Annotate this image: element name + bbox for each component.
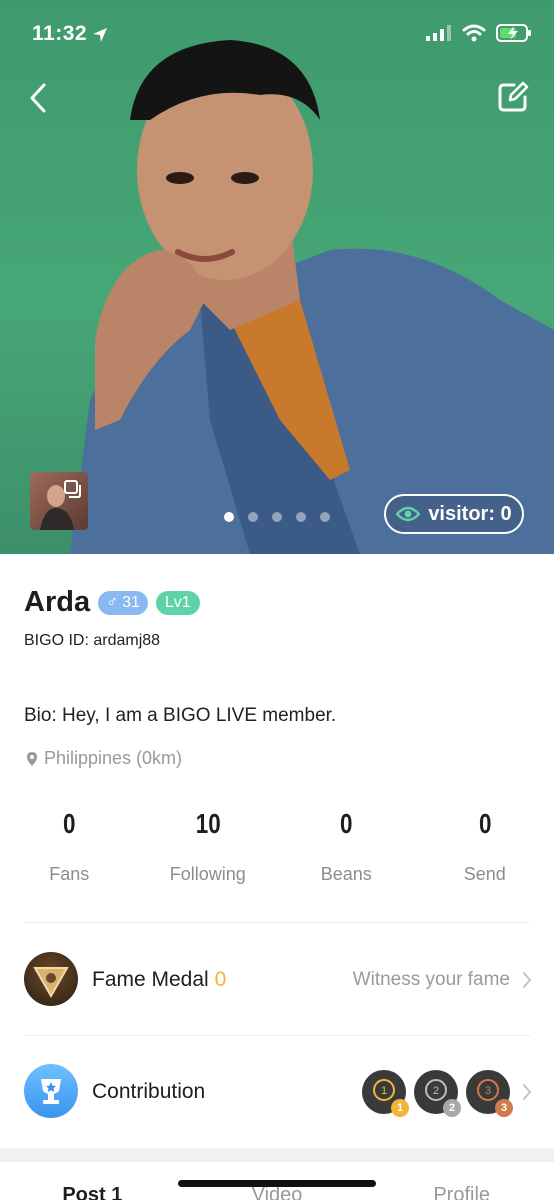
rank-2-glyph: 2 [433, 1085, 439, 1097]
battery-charging-icon [496, 24, 531, 42]
medal-shield-icon [33, 967, 69, 999]
pager-dot-1 [224, 512, 234, 522]
pager-dot-3 [272, 512, 282, 522]
fame-medal-icon [24, 952, 78, 1006]
chevron-right-icon [523, 972, 532, 988]
fame-medal-hint: Witness your fame [352, 969, 510, 990]
contributor-avatars: 1 1 2 2 3 3 [362, 1070, 513, 1117]
fame-medal-label: Fame Medal 0 [92, 968, 226, 992]
stat-value: 0 [478, 808, 491, 839]
status-time: 11:32 [32, 22, 88, 45]
rank-3-glyph: 3 [485, 1085, 491, 1097]
location-text: Philippines (0km) [44, 748, 183, 768]
rank-3-badge: 3 [495, 1099, 513, 1117]
pager-dot-5 [320, 512, 330, 522]
name-row: Arda ♂ 31 Lv1 [24, 586, 200, 619]
rank-1-badge: 1 [391, 1099, 409, 1117]
stat-label: Beans [320, 864, 372, 884]
stat-beans[interactable]: 0 Beans [277, 808, 416, 885]
stats-row: 0 Fans 10 Following 0 Beans 0 Send [0, 808, 554, 885]
chevron-left-icon [30, 83, 46, 113]
profile-name: Arda [24, 586, 91, 618]
visitor-count-button[interactable]: visitor: 0 [384, 494, 524, 534]
level-badge[interactable]: Lv1 [155, 590, 200, 615]
bio-text: Bio: Hey, I am a BIGO LIVE member. [24, 705, 337, 726]
wifi-icon [462, 24, 486, 42]
tab-profile[interactable]: Profile [369, 1162, 554, 1200]
fame-medal-count: 0 [214, 968, 227, 991]
rank-2-badge: 2 [443, 1099, 461, 1117]
rank-1-glyph: 1 [381, 1085, 387, 1097]
status-bar: 11:32 [0, 0, 554, 70]
photo-pager-dots [224, 512, 330, 522]
stat-value: 0 [340, 808, 353, 839]
stat-label: Send [463, 864, 506, 884]
divider [24, 1035, 530, 1036]
contribution-icon [24, 1064, 78, 1118]
pager-dot-4 [296, 512, 306, 522]
chevron-right-icon [523, 1084, 532, 1100]
contribution-label: Contribution [92, 1080, 206, 1103]
divider [24, 922, 530, 923]
status-icons [426, 24, 532, 42]
stat-value: 10 [195, 808, 221, 839]
age-value: 31 [122, 593, 140, 611]
stat-label: Fans [49, 864, 90, 884]
bigo-id: BIGO ID: ardamj88 [24, 632, 161, 649]
photo-thumbnail[interactable] [30, 472, 88, 530]
gender-age-badge: ♂ 31 [98, 590, 148, 615]
contribution-row[interactable]: Contribution 1 1 2 2 3 3 [0, 1048, 554, 1136]
male-icon: ♂ [106, 593, 119, 611]
location: Philippines (0km) [26, 748, 182, 769]
pager-dot-2 [248, 512, 258, 522]
stat-label: Following [169, 864, 246, 884]
trophy-icon [41, 1079, 61, 1104]
fame-medal-title: Fame Medal [92, 968, 209, 991]
edit-profile-button[interactable] [496, 80, 532, 116]
stat-value: 0 [63, 808, 76, 839]
cover-photo-illustration [70, 40, 554, 554]
back-button[interactable] [20, 78, 56, 118]
contributor-rank-1: 1 1 [362, 1070, 409, 1117]
edit-icon [498, 81, 529, 112]
location-arrow-icon [93, 28, 107, 42]
contributor-rank-3: 3 3 [466, 1070, 513, 1117]
stat-fans[interactable]: 0 Fans [0, 808, 139, 885]
profile-cover-photo[interactable]: 11:32 visitor: 0 [0, 0, 554, 554]
eye-icon [396, 506, 421, 522]
cellular-signal-icon [426, 25, 451, 41]
contributor-rank-2: 2 2 [414, 1070, 461, 1117]
home-indicator[interactable] [178, 1180, 376, 1187]
section-separator [0, 1148, 554, 1162]
stat-send[interactable]: 0 Send [416, 808, 554, 885]
multi-photo-icon [64, 480, 81, 498]
tab-post[interactable]: Post 1 [0, 1162, 185, 1200]
location-pin-icon [27, 751, 37, 766]
fame-medal-row[interactable]: Fame Medal 0 Witness your fame [0, 936, 554, 1024]
stat-following[interactable]: 10 Following [139, 808, 278, 885]
visitor-label: visitor: 0 [428, 502, 512, 525]
